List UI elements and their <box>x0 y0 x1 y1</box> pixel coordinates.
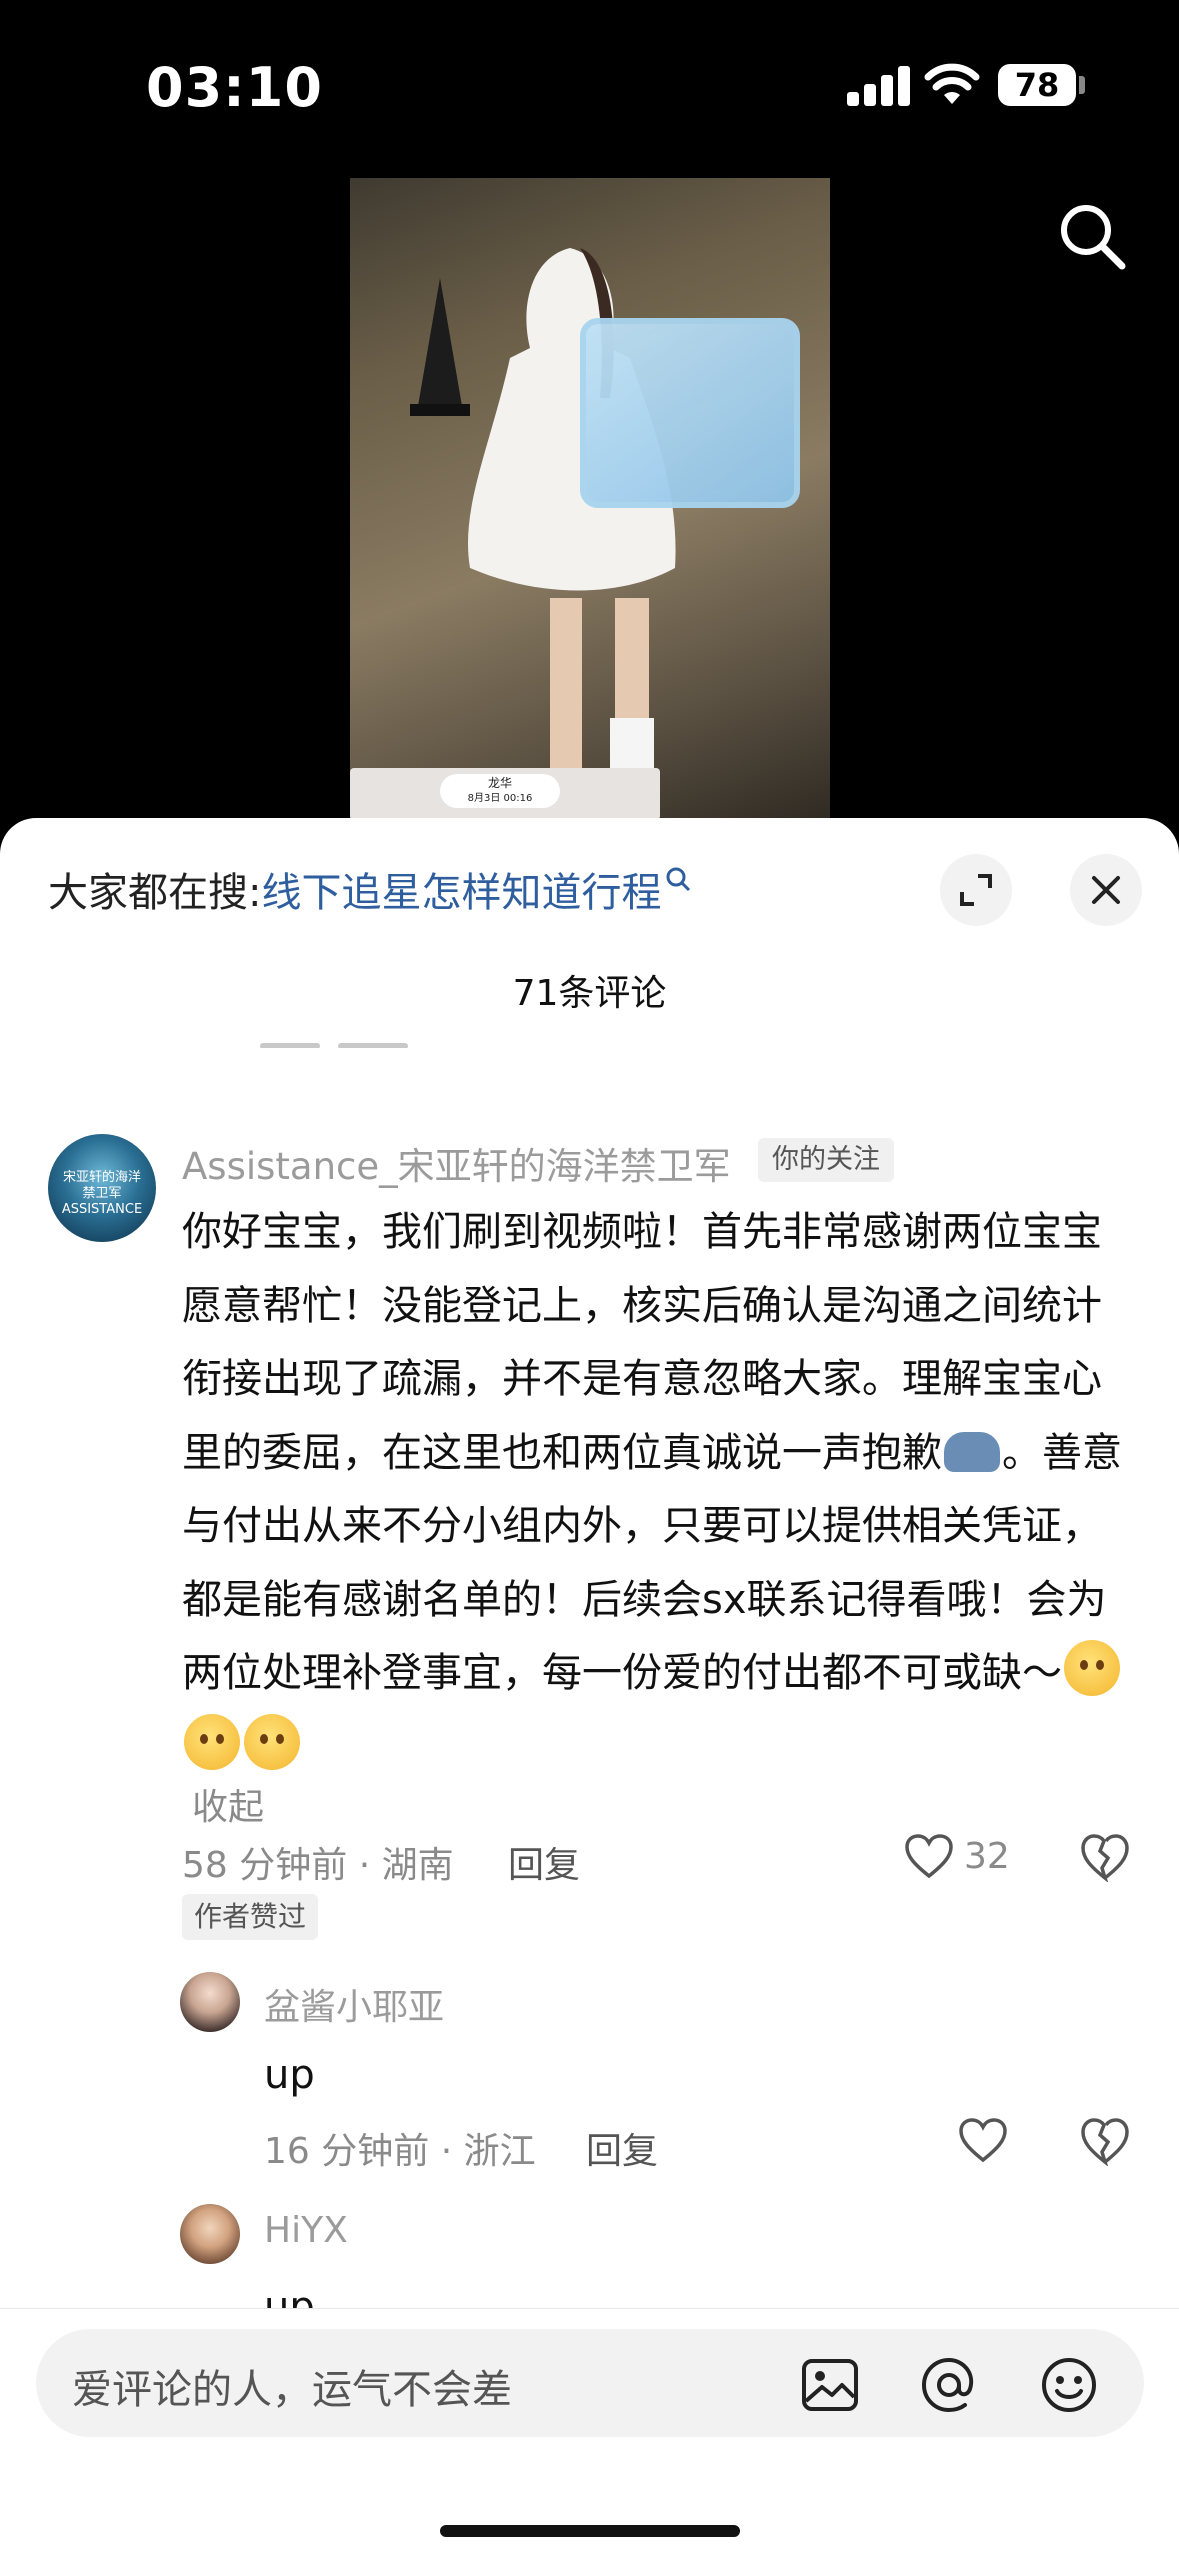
comment-count: 71条评论 <box>512 973 667 1014</box>
reply-avatar[interactable] <box>180 1972 240 2032</box>
trending-search-prefix: 大家都在搜: <box>48 870 262 916</box>
comment-input[interactable]: 爱评论的人，运气不会差 <box>36 2329 1144 2437</box>
reply-username[interactable]: HiYX <box>264 2210 348 2251</box>
wifi-icon <box>924 63 980 104</box>
home-indicator <box>440 2525 740 2537</box>
trending-search-query[interactable]: 线下追星怎样知道行程 <box>261 870 661 916</box>
mention-at-icon[interactable] <box>919 2355 979 2415</box>
small-search-icon <box>666 867 691 892</box>
reply-button[interactable]: 回复 <box>508 1836 580 1888</box>
comment-input-placeholder: 爱评论的人，运气不会差 <box>72 2367 512 2413</box>
like-count: 32 <box>964 1836 1010 1877</box>
broken-heart-icon[interactable] <box>1080 2118 1130 2166</box>
trending-search[interactable]: 大家都在搜:线下追星怎样知道行程 <box>48 860 691 918</box>
faded-previous-comment <box>260 1034 480 1048</box>
video-player[interactable]: 龙华 8月3日 00:16 <box>0 170 1179 820</box>
expand-icon <box>960 874 992 906</box>
status-time: 03:10 <box>146 56 323 119</box>
avatar-text: 宋亚轩的海洋禁卫军 ASSISTANCE <box>61 1170 143 1217</box>
close-icon <box>1092 876 1120 904</box>
comment-text: 你好宝宝，我们刷到视频啦！首先非常感谢两位宝宝愿意帮忙！没能登记上，核实后确认是… <box>182 1196 1122 1784</box>
battery-indicator: 78 <box>998 64 1076 106</box>
backpack-graphic <box>580 318 800 508</box>
reply-reply-button[interactable]: 回复 <box>586 2122 658 2174</box>
avatar[interactable]: 宋亚轩的海洋禁卫军 ASSISTANCE <box>48 1134 156 1242</box>
reply-meta: 16 分钟前 · 浙江 <box>264 2131 536 2172</box>
close-button[interactable] <box>1070 854 1142 926</box>
image-icon[interactable] <box>800 2355 860 2415</box>
emoji-icon[interactable] <box>1039 2355 1099 2415</box>
video-inset-toolbar: 龙华 8月3日 00:16 <box>350 768 660 820</box>
video-frame[interactable]: 龙华 8月3日 00:16 <box>350 178 830 820</box>
heart-icon[interactable] <box>904 1834 954 1880</box>
comment-meta: 58 分钟前 · 湖南 <box>182 1845 454 1886</box>
broken-heart-icon[interactable] <box>1080 1834 1130 1882</box>
author-liked-badge: 作者赞过 <box>182 1894 319 1940</box>
comment-input-bar: 爱评论的人，运气不会差 <box>0 2308 1179 2556</box>
reply-text: up <box>264 2052 315 2098</box>
status-bar: 03:10 78 <box>0 0 1179 170</box>
comment-username[interactable]: Assistance_宋亚轩的海洋禁卫军 <box>182 1136 731 1190</box>
expand-button[interactable] <box>940 854 1012 926</box>
reply-username[interactable]: 盆酱小耶亚 <box>264 1978 444 2030</box>
cellular-signal-icon <box>847 64 911 106</box>
reply-avatar[interactable] <box>180 2204 240 2264</box>
pleading-face-emoji-icon <box>244 1713 300 1770</box>
following-badge: 你的关注 <box>758 1138 894 1182</box>
video-inset-label: 龙华 8月3日 00:16 <box>440 774 560 808</box>
pleading-face-emoji-icon <box>1064 1640 1120 1696</box>
heart-icon[interactable] <box>958 2118 1008 2164</box>
pleading-face-emoji-icon <box>184 1713 240 1770</box>
search-icon[interactable] <box>1056 200 1128 272</box>
bunny-emoji-icon <box>944 1431 1000 1472</box>
comments-sheet: 大家都在搜:线下追星怎样知道行程 71条评论 宋亚轩的海洋禁卫军 ASSISTA… <box>0 818 1179 2556</box>
collapse-button[interactable]: 收起 <box>192 1778 264 1830</box>
battery-tip <box>1079 76 1085 94</box>
